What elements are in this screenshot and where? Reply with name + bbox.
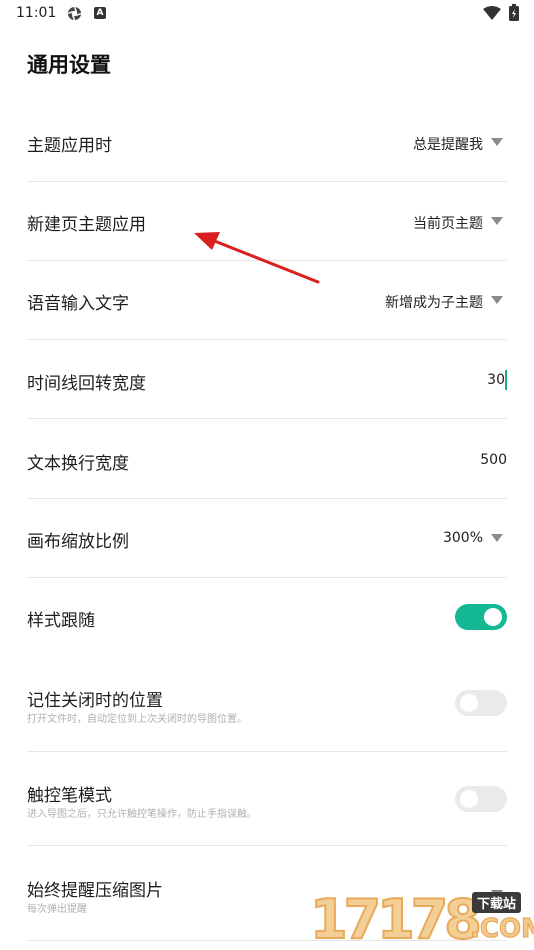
- style-follow-toggle[interactable]: [455, 604, 507, 630]
- caret-down-icon[interactable]: [491, 296, 503, 304]
- setting-timeline-width[interactable]: 时间线回转宽度 30: [27, 369, 507, 394]
- setting-text-wrap-width[interactable]: 文本换行宽度 500: [27, 449, 507, 474]
- wifi-icon: [483, 6, 501, 20]
- setting-remember-position: 记住关闭时的位置 打开文件时，自动定位到上次关闭时的导图位置。: [27, 686, 507, 726]
- toggle-knob: [460, 790, 478, 808]
- setting-label: 语音输入文字: [27, 294, 129, 314]
- battery-charging-icon: [509, 4, 519, 21]
- setting-description: 每次弹出提醒: [27, 904, 87, 915]
- aperture-icon: [67, 6, 82, 21]
- setting-label: 画布缩放比例: [27, 532, 129, 552]
- caret-down-icon[interactable]: [491, 534, 503, 542]
- toggle-knob: [460, 694, 478, 712]
- watermark-tag: 下载站: [472, 892, 522, 913]
- setting-label: 文本换行宽度: [27, 454, 129, 474]
- divider: [27, 339, 507, 340]
- setting-label: 新建页主题应用: [27, 215, 146, 235]
- setting-label: 时间线回转宽度: [27, 374, 146, 394]
- setting-voice-input[interactable]: 语音输入文字 新增成为子主题: [27, 289, 507, 314]
- setting-dropdown-value[interactable]: 新增成为子主题: [385, 292, 483, 312]
- divider: [27, 181, 507, 182]
- setting-label: 记住关闭时的位置: [27, 691, 163, 711]
- status-bar: 11:01 A: [0, 0, 534, 28]
- setting-label: 始终提醒压缩图片: [27, 881, 163, 901]
- caret-down-icon[interactable]: [491, 138, 503, 146]
- setting-dropdown-value[interactable]: 当前页主题: [413, 213, 483, 233]
- setting-label: 主题应用时: [27, 136, 112, 156]
- timeline-width-input[interactable]: 30: [487, 372, 505, 388]
- setting-label: 样式跟随: [27, 611, 95, 631]
- divider: [27, 845, 507, 846]
- divider: [27, 260, 507, 261]
- setting-theme-apply[interactable]: 主题应用时 总是提醒我: [27, 131, 507, 156]
- divider: [27, 418, 507, 419]
- setting-description: 进入导图之后，只允许触控笔操作，防止手指误触。: [27, 809, 257, 820]
- watermark-domain: .COM: [470, 914, 534, 945]
- divider: [27, 751, 507, 752]
- watermark-digits: 17178: [309, 887, 483, 950]
- setting-stylus-mode: 触控笔模式 进入导图之后，只允许触控笔操作，防止手指误触。: [27, 781, 507, 821]
- stylus-mode-toggle[interactable]: [455, 786, 507, 812]
- setting-canvas-zoom[interactable]: 画布缩放比例 300%: [27, 527, 507, 552]
- setting-style-follow: 样式跟随: [27, 604, 507, 632]
- setting-dropdown-value[interactable]: 300%: [443, 530, 483, 546]
- watermark-logo: 17178 下载站 .COM: [309, 887, 534, 950]
- divider: [27, 577, 507, 578]
- divider: [27, 498, 507, 499]
- setting-new-page-theme[interactable]: 新建页主题应用 当前页主题: [27, 210, 507, 235]
- text-cursor: [505, 370, 507, 390]
- status-time: 11:01: [16, 5, 57, 21]
- text-wrap-width-value[interactable]: 500: [480, 452, 507, 468]
- caret-down-icon[interactable]: [491, 217, 503, 225]
- a-badge-icon: A: [94, 7, 106, 19]
- setting-description: 打开文件时，自动定位到上次关闭时的导图位置。: [27, 714, 247, 725]
- toggle-knob: [484, 608, 502, 626]
- setting-label: 触控笔模式: [27, 786, 112, 806]
- remember-position-toggle[interactable]: [455, 690, 507, 716]
- setting-dropdown-value[interactable]: 总是提醒我: [413, 134, 483, 154]
- page-title: 通用设置: [27, 53, 111, 77]
